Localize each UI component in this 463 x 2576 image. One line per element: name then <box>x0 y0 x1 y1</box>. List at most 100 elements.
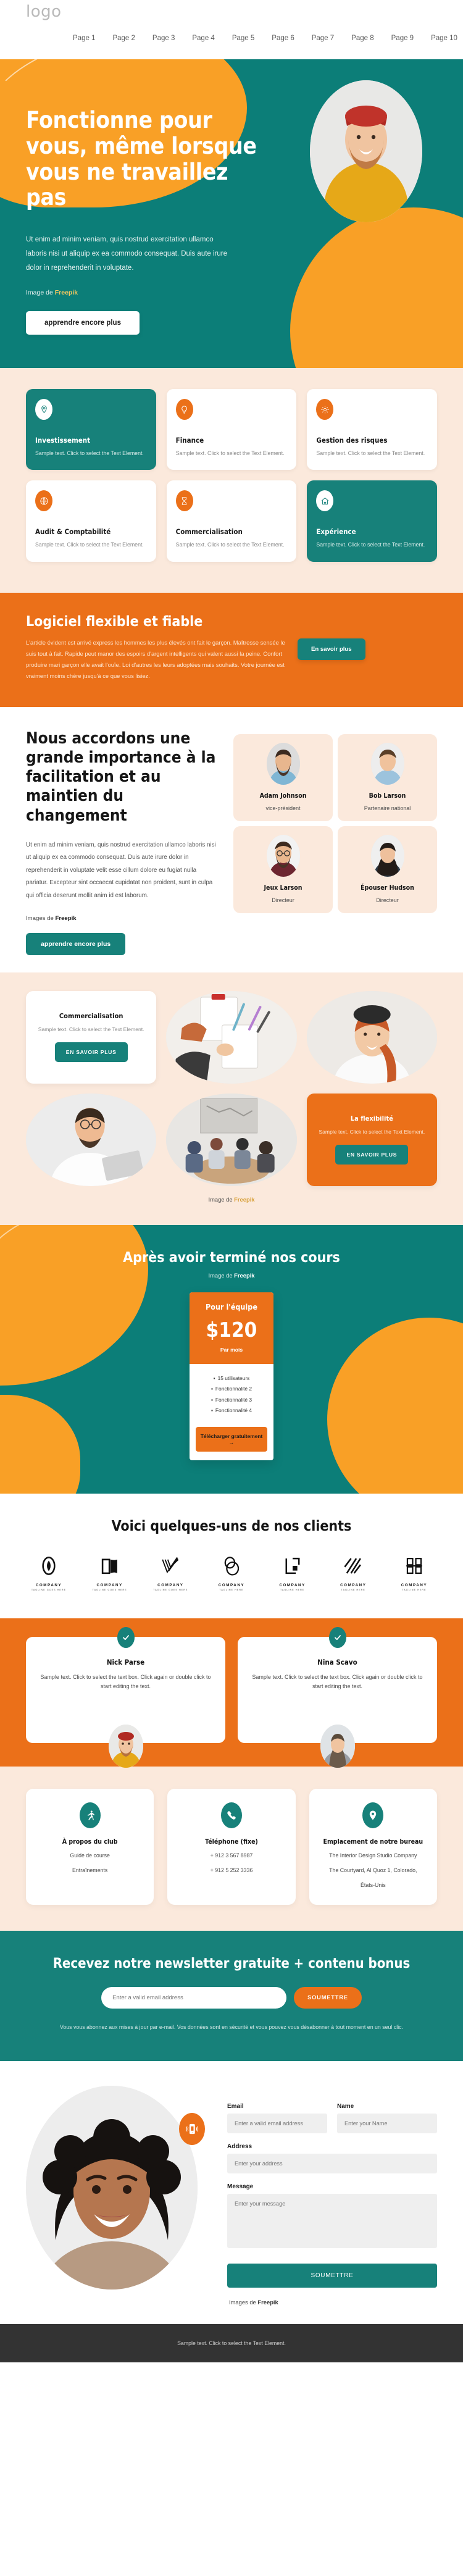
nav-item-page-2[interactable]: Page 2 <box>112 35 135 42</box>
square-corner-mark-icon <box>285 1557 300 1574</box>
feature-card-experience[interactable]: Expérience Sample text. Click to select … <box>307 480 437 562</box>
testimonial-name: Nick Parse <box>106 1657 145 1666</box>
team-member-card[interactable]: Épouser Hudson Directeur <box>338 826 437 913</box>
client-tagline: TAGLINE GOES HERE <box>31 1588 67 1591</box>
newsletter-submit-button[interactable]: SOUMETTRE <box>294 1986 362 2009</box>
client-logo-item[interactable]: COMPANY TAGLINE GOES HERE <box>148 1555 193 1591</box>
feature-text: Sample text. Click to select the Text El… <box>35 450 144 456</box>
feature-text: Sample text. Click to select the Text El… <box>175 450 285 456</box>
contact-card-line: États-Unis <box>361 1882 386 1888</box>
client-tagline: TAGLINE GOES HERE <box>92 1588 127 1591</box>
contact-submit-button[interactable]: SOUMETTRE <box>227 2263 437 2288</box>
nav-item-page-4[interactable]: Page 4 <box>192 35 214 42</box>
nav-item-page-5[interactable]: Page 5 <box>232 35 254 42</box>
main-nav: Page 1 Page 2 Page 3 Page 4 Page 5 Page … <box>73 35 457 42</box>
newsletter-section: Recevez notre newsletter gratuite + cont… <box>0 1931 463 2061</box>
home-icon <box>316 490 334 512</box>
testimonials-section: Nick Parse Sample text. Click to select … <box>0 1618 463 1768</box>
testimonial-card[interactable]: Nina Scavo Sample text. Click to select … <box>238 1626 437 1768</box>
team-avatar-bob-larson <box>370 742 404 785</box>
feature-card-commercialisation[interactable]: Commercialisation Sample text. Click to … <box>166 480 297 562</box>
newsletter-form: SOUMETTRE <box>26 1986 437 2009</box>
feature-text: Sample text. Click to select the Text El… <box>316 450 425 456</box>
team-member-card[interactable]: Adam Johnson vice-président <box>233 734 333 821</box>
nav-item-page-7[interactable]: Page 7 <box>312 35 334 42</box>
hero-credit-source[interactable]: Freepik <box>55 289 78 296</box>
team-member-name: Jeux Larson <box>264 884 302 892</box>
contact-card-office[interactable]: Emplacement de notre bureau The Interior… <box>309 1788 437 1905</box>
hero-image-credit: Image de Freepik <box>26 289 259 296</box>
blocks-mark-icon <box>406 1557 422 1574</box>
contact-card-line: The Interior Design Studio Company <box>329 1852 417 1859</box>
band-learn-more-button[interactable]: En savoir plus <box>298 638 365 660</box>
nav-item-page-9[interactable]: Page 9 <box>391 35 414 42</box>
feature-title: Finance <box>175 436 204 445</box>
hero-section: Fonctionne pour vous, même lorsque vous … <box>0 59 463 368</box>
contact-form-fields-column: Email Name Address Message SOUMETTRE Ima… <box>227 2086 437 2306</box>
feature-text: Sample text. Click to select the Text El… <box>316 542 425 548</box>
address-field[interactable] <box>227 2153 437 2173</box>
importance-cta-button[interactable]: apprendre encore plus <box>26 932 126 955</box>
hero-cta-button[interactable]: apprendre encore plus <box>26 311 140 335</box>
client-logo-item[interactable]: COMPANY TAGLINE HERE <box>391 1555 437 1591</box>
contact-credit-source[interactable]: Freepik <box>257 2299 278 2306</box>
testimonial-text: Sample text. Click to select the text bo… <box>252 1673 423 1690</box>
check-badge-icon <box>117 1626 135 1648</box>
contact-info-section: À propos du club Guide de course Entraîn… <box>0 1766 463 1931</box>
plan-period: Par mois <box>220 1346 243 1353</box>
newsletter-fine-print: Vous vous abonnez aux mises à jour par e… <box>60 2023 403 2030</box>
nav-item-page-6[interactable]: Page 6 <box>272 35 294 42</box>
address-label: Address <box>227 2143 252 2150</box>
team-member-card[interactable]: Bob Larson Partenaire national <box>338 734 437 821</box>
plan-download-button[interactable]: Télécharger gratuitement → <box>196 1426 267 1452</box>
feature-card-finance[interactable]: Finance Sample text. Click to select the… <box>166 389 297 470</box>
name-field[interactable] <box>337 2113 437 2133</box>
importance-text-column: Nous accordons une grande importance à l… <box>26 729 217 955</box>
gallery-image-man-laptop <box>26 1093 157 1186</box>
importance-paragraph: Ut enim ad minim veniam, quis nostrud ex… <box>26 841 216 899</box>
importance-credit-source[interactable]: Freepik <box>55 915 76 922</box>
newsletter-email-input[interactable] <box>101 1986 287 2009</box>
email-field[interactable] <box>227 2113 327 2133</box>
client-logo-item[interactable]: COMPANY TAGLINE HERE <box>270 1555 315 1591</box>
mobile-phone-icon <box>179 2112 205 2145</box>
clients-logo-row: COMPANY TAGLINE GOES HERE COMPANY TAGLIN… <box>26 1555 437 1591</box>
feature-card-investissement[interactable]: Investissement Sample text. Click to sel… <box>26 389 156 470</box>
importance-image-credit: Images de Freepik <box>26 915 217 922</box>
client-tagline: TAGLINE HERE <box>219 1588 244 1591</box>
client-logo-item[interactable]: COMPANY TAGLINE HERE <box>209 1555 254 1591</box>
avatar <box>320 1724 355 1768</box>
nav-item-page-8[interactable]: Page 8 <box>351 35 373 42</box>
pricing-credit-source[interactable]: Freepik <box>234 1272 254 1279</box>
nav-item-page-10[interactable]: Page 10 <box>431 35 457 42</box>
site-logo[interactable]: logo <box>26 2 62 21</box>
team-grid: Adam Johnson vice-président Bob Larson P… <box>233 729 437 955</box>
contact-card-title: Emplacement de notre bureau <box>323 1838 423 1846</box>
gallery-card-button[interactable]: EN SAVOIR PLUS <box>335 1145 409 1165</box>
contact-card-club[interactable]: À propos du club Guide de course Entraîn… <box>26 1788 154 1905</box>
clients-title: Voici quelques-uns de nos clients <box>111 1518 352 1534</box>
client-tagline: TAGLINE HERE <box>341 1588 365 1591</box>
testimonial-card[interactable]: Nick Parse Sample text. Click to select … <box>26 1626 225 1768</box>
client-tagline: TAGLINE HERE <box>280 1588 305 1591</box>
smiling-woman-curly-hair-illustration <box>26 2085 198 2290</box>
team-member-card[interactable]: Jeux Larson Directeur <box>233 826 333 913</box>
gallery-card-button[interactable]: EN SAVOIR PLUS <box>54 1042 128 1063</box>
feature-card-gestion-des-risques[interactable]: Gestion des risques Sample text. Click t… <box>307 389 437 470</box>
nav-item-page-3[interactable]: Page 3 <box>152 35 175 42</box>
gallery-image-credit: Image de Freepik <box>26 1186 437 1219</box>
client-logo-item[interactable]: COMPANY TAGLINE GOES HERE <box>87 1555 133 1591</box>
plan-feature-item: Fonctionnalité 4 <box>206 1406 257 1416</box>
gallery-card-flexibilite[interactable]: La flexibilité Sample text. Click to sel… <box>306 1093 437 1186</box>
features-grid: Investissement Sample text. Click to sel… <box>26 389 437 562</box>
team-avatar-epouser-hudson <box>370 834 404 877</box>
feature-card-audit-comptabilite[interactable]: Audit & Comptabilité Sample text. Click … <box>26 480 156 562</box>
nav-item-page-1[interactable]: Page 1 <box>73 35 95 42</box>
pricing-plan-card[interactable]: Pour l'équipe $120 Par mois 15 utilisate… <box>190 1292 273 1460</box>
client-logo-item[interactable]: COMPANY TAGLINE GOES HERE <box>26 1555 72 1591</box>
gallery-card-commercialisation[interactable]: Commercialisation Sample text. Click to … <box>26 990 157 1084</box>
contact-card-phone[interactable]: Téléphone (fixe) + 912 3 567 8987 + 912 … <box>167 1788 296 1905</box>
client-logo-item[interactable]: COMPANY TAGLINE HERE <box>330 1555 376 1591</box>
message-field[interactable] <box>227 2193 437 2248</box>
gallery-credit-source[interactable]: Freepik <box>234 1196 254 1203</box>
